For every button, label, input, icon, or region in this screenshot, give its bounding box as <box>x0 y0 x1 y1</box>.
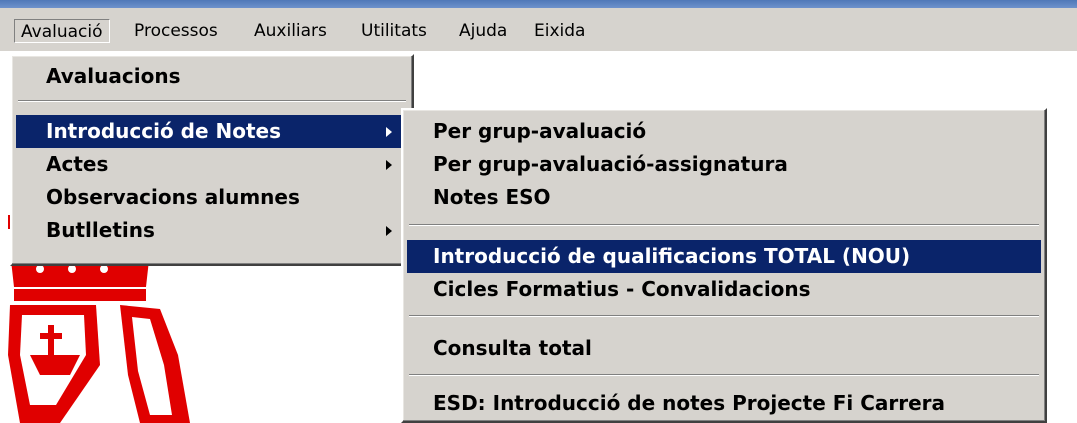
menu-item-label: Per grup-avaluació <box>433 119 647 143</box>
chevron-right-icon <box>386 160 392 170</box>
avaluacio-menu: Avaluacions Introducció de Notes Actes O… <box>10 54 414 266</box>
menubar-utilitats[interactable]: Utilitats <box>355 19 433 43</box>
window-titlebar-strip <box>0 0 1077 8</box>
menu-separator <box>18 100 406 102</box>
submenu-item-cicles-formatius-convalidacions[interactable]: Cicles Formatius - Convalidacions <box>407 273 1041 306</box>
menu-item-label: Notes ESO <box>433 185 551 209</box>
submenu-item-notes-eso[interactable]: Notes ESO <box>407 181 1041 214</box>
menu-item-actes[interactable]: Actes <box>16 148 408 181</box>
submenu-item-per-grup-avaluacio[interactable]: Per grup-avaluació <box>407 115 1041 148</box>
chevron-right-icon <box>386 127 392 137</box>
menubar-processos[interactable]: Processos <box>128 19 224 43</box>
menubar-ajuda[interactable]: Ajuda <box>453 19 513 43</box>
submenu-item-esd-projecte-fi-carrera[interactable]: ESD: Introducció de notes Projecte Fi Ca… <box>407 387 1041 420</box>
submenu-item-per-grup-avaluacio-assignatura[interactable]: Per grup-avaluació-assignatura <box>407 148 1041 181</box>
submenu-item-consulta-total[interactable]: Consulta total <box>407 332 1041 365</box>
menu-bar: Avaluació Processos Auxiliars Utilitats … <box>0 8 1077 52</box>
menu-item-butlletins[interactable]: Butlletins <box>16 214 408 247</box>
menu-separator <box>409 224 1039 226</box>
menubar-auxiliars[interactable]: Auxiliars <box>248 19 333 43</box>
menu-item-label: Cicles Formatius - Convalidacions <box>433 277 811 301</box>
menu-item-label: Actes <box>46 152 109 176</box>
menu-item-label: Butlletins <box>46 218 155 242</box>
menu-item-label: Per grup-avaluació-assignatura <box>433 152 788 176</box>
menubar-avaluacio[interactable]: Avaluació <box>14 19 110 43</box>
menu-item-label: Consulta total <box>433 336 592 360</box>
submenu-item-introduccio-qualificacions-total[interactable]: Introducció de qualificacions TOTAL (NOU… <box>407 240 1041 273</box>
menu-separator <box>409 374 1039 376</box>
menu-separator <box>409 315 1039 317</box>
menubar-eixida[interactable]: Eixida <box>528 19 591 43</box>
introduccio-notes-submenu: Per grup-avaluació Per grup-avaluació-as… <box>401 108 1047 423</box>
menu-item-avaluacions[interactable]: Avaluacions <box>16 60 408 93</box>
menu-item-label: Introducció de Notes <box>46 119 282 143</box>
menu-item-introduccio-de-notes[interactable]: Introducció de Notes <box>16 115 408 148</box>
menu-item-observacions-alumnes[interactable]: Observacions alumnes <box>16 181 408 214</box>
menu-item-label: Avaluacions <box>46 64 181 88</box>
workspace-background <box>410 54 1077 109</box>
menu-item-label: ESD: Introducció de notes Projecte Fi Ca… <box>433 391 946 415</box>
menu-item-label: Observacions alumnes <box>46 185 300 209</box>
menu-item-label: Introducció de qualificacions TOTAL (NOU… <box>433 244 911 268</box>
chevron-right-icon <box>386 226 392 236</box>
